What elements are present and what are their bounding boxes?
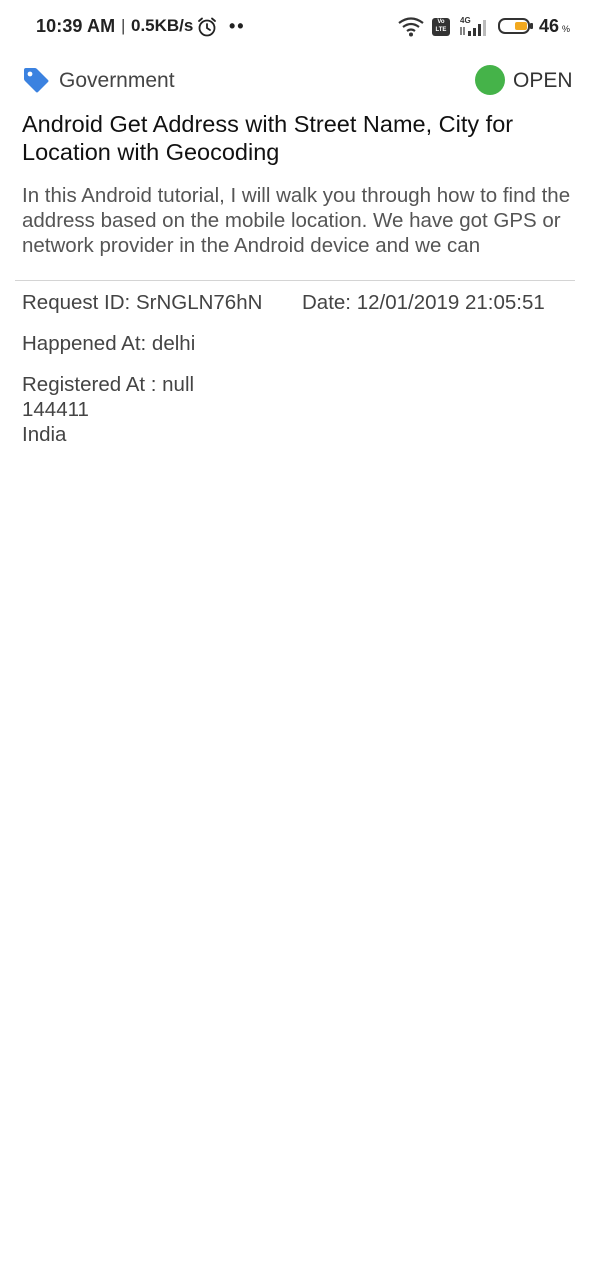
request-date: Date: 12/01/2019 21:05:51 <box>302 291 545 314</box>
status-bar: 10:39 AM | 0.5KB/s •• Vo LTE 4G 46 % <box>0 0 590 54</box>
registered-country: India <box>22 423 67 446</box>
tag-icon <box>24 68 49 93</box>
happened-at: Happened At: delhi <box>22 332 196 355</box>
registered-postal-code: 144411 <box>22 398 89 421</box>
request-description: In this Android tutorial, I will walk yo… <box>22 184 571 257</box>
alarm-icon <box>198 17 216 37</box>
wifi-icon <box>398 17 424 37</box>
battery-fill <box>515 22 527 30</box>
battery-level: 46 <box>539 16 560 36</box>
category-label: Government <box>59 69 175 92</box>
network-speed: 0.5KB/s <box>131 16 194 35</box>
category-row: Government OPEN <box>0 54 590 106</box>
request-title: Android Get Address with Street Name, Ci… <box>22 111 514 165</box>
network-type-label: 4G <box>460 16 471 25</box>
battery-unit: % <box>562 24 571 34</box>
status-time: 10:39 AM <box>36 16 116 36</box>
request-id: Request ID: SrNGLN76hN <box>22 291 263 314</box>
volte-text-top: Vo <box>437 19 445 25</box>
status-label: OPEN <box>513 69 573 92</box>
notification-dots: •• <box>229 16 246 36</box>
volte-icon: Vo LTE <box>432 18 450 36</box>
status-indicator-dot <box>475 65 505 95</box>
registered-at-line: Registered At : null <box>22 373 195 396</box>
status-separator: | <box>121 16 126 35</box>
divider <box>15 280 575 281</box>
volte-text-bottom: LTE <box>435 27 447 33</box>
battery-icon <box>498 18 533 34</box>
battery-tip <box>530 23 533 29</box>
registered-at: Registered At : null 144411 India <box>22 372 194 447</box>
signal-icon: 4G <box>460 16 486 36</box>
